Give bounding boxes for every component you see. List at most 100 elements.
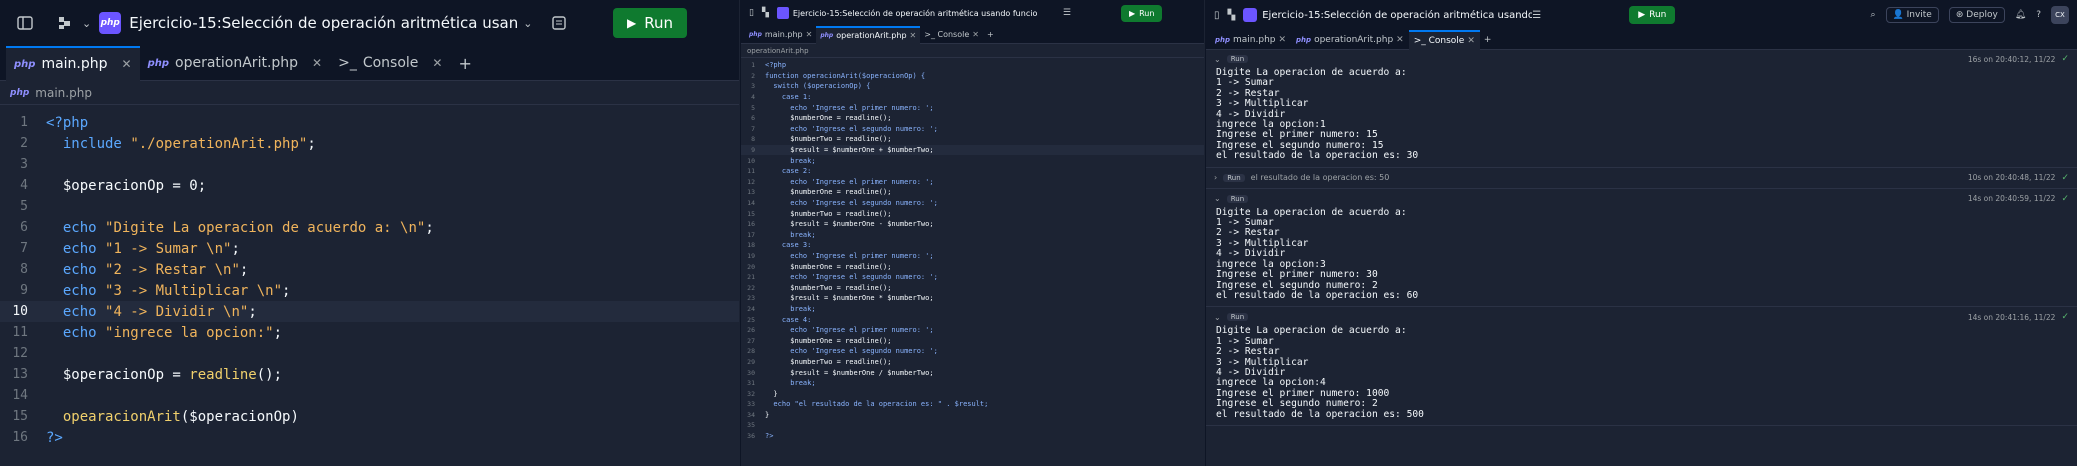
code-line: 4 $operacionOp = 0;	[0, 175, 739, 196]
tab-main-php[interactable]: php main.php ✕	[745, 26, 816, 44]
tab-operationarit-php[interactable]: php operationArit.php ✕	[816, 25, 921, 44]
search-icon[interactable]: ⌕	[1870, 10, 1875, 20]
code-text: switch ($operacionOp) {	[765, 82, 871, 91]
tab-label: main.php	[764, 30, 803, 39]
tab-operationarit-php[interactable]: php operationArit.php ✕	[1291, 30, 1409, 50]
chevron-down-icon[interactable]: ⌄	[1214, 313, 1221, 322]
line-number: 9	[20, 283, 28, 298]
project-title[interactable]: Ejercicio-15:Selección de operación arit…	[793, 9, 1063, 18]
close-icon[interactable]: ✕	[972, 30, 979, 39]
bell-icon[interactable]: 🔔︎	[2015, 10, 2026, 20]
run-header[interactable]: ⌄ Run 16s on 20:40:12, 11/22 ✓	[1206, 52, 2077, 66]
tab-label: Console	[362, 55, 419, 71]
line-number: 4	[20, 178, 28, 193]
punct: ;	[248, 303, 257, 320]
add-tab-icon[interactable]: +	[1484, 35, 1492, 45]
main-editor-panel: ⌄ php Ejercicio-15:Selección de operació…	[0, 0, 739, 466]
code-editor[interactable]: 1 <?php 2 function operacionArit($operacion…	[741, 60, 1204, 441]
run-header[interactable]: ⌄ Run 14s on 20:40:59, 11/22 ✓	[1206, 192, 2077, 206]
play-icon: ▶	[1638, 10, 1646, 20]
statement: $operacionOp =	[62, 366, 190, 383]
chevron-right-icon[interactable]: ›	[1214, 173, 1217, 182]
php-file-icon: php	[10, 87, 30, 98]
code-line: 32 }	[741, 388, 1204, 399]
tab-main-php[interactable]: php main.php ✕	[6, 45, 140, 81]
code-line: 6 $numberOne = readline();	[741, 113, 1204, 124]
check-icon: ✓	[2061, 193, 2069, 204]
close-icon[interactable]: ✕	[1396, 35, 1404, 45]
breadcrumb-file[interactable]: main.php	[35, 86, 92, 100]
tab-main-php[interactable]: php main.php ✕	[1210, 30, 1291, 50]
line-number: 34	[747, 410, 755, 419]
php-close-tag: ?>	[46, 429, 63, 446]
replit-logo-icon[interactable]	[52, 10, 78, 36]
code-line: 22 $numberTwo = readline();	[741, 282, 1204, 293]
keyword: echo	[62, 240, 97, 257]
code-text: $result = $numberOne + $numberTwo;	[765, 146, 934, 155]
title-chevron-icon[interactable]: ⌄	[523, 17, 532, 30]
run-button[interactable]: ▶ Run	[613, 8, 687, 38]
add-tab-icon[interactable]: +	[458, 54, 471, 73]
punct: ();	[256, 366, 283, 383]
php-open-tag: <?php	[46, 114, 89, 131]
line-number: 2	[20, 136, 28, 151]
code-text: }	[765, 389, 778, 398]
sidebar-toggle-icon[interactable]: ▯	[1214, 10, 1220, 21]
close-icon[interactable]: ✕	[432, 56, 442, 70]
code-text: ?>	[765, 432, 774, 441]
line-number: 5	[751, 103, 755, 112]
replit-logo-icon[interactable]: ▚	[762, 8, 769, 18]
code-line: 11 case 2:	[741, 166, 1204, 177]
invite-button[interactable]: 👤 Invite	[1885, 7, 1939, 23]
project-title[interactable]: Ejercicio-15:Selección de operación arit…	[1262, 10, 1532, 21]
sidebar-toggle-icon[interactable]: ▯	[749, 8, 754, 18]
run-header[interactable]: ⌄ Run 14s on 20:41:16, 11/22 ✓	[1206, 310, 2077, 324]
file-tabs: php main.php ✕ php operationArit.php ✕ >_ Co…	[1206, 29, 2077, 50]
code-line: 5	[0, 196, 739, 217]
tab-console[interactable]: >_ Console ✕	[330, 46, 450, 81]
code-text: <?php	[765, 61, 787, 70]
close-icon[interactable]: ✕	[806, 30, 813, 39]
packager-icon[interactable]	[546, 10, 572, 36]
tab-operationarit-php[interactable]: php operationArit.php ✕	[140, 46, 331, 81]
code-line: 12 echo 'Ingrese el primer numero: ';	[741, 177, 1204, 188]
code-line: 3	[0, 154, 739, 175]
project-title[interactable]: Ejercicio-15:Selección de operación arit…	[129, 14, 519, 32]
code-text: $result = $numberOne - $numberTwo;	[765, 220, 934, 229]
run-button[interactable]: ▶ Run	[1120, 4, 1163, 22]
run-timestamp: 10s on 20:40:48, 11/22	[1967, 173, 2056, 183]
sidebar-toggle-icon[interactable]	[12, 10, 38, 36]
close-icon[interactable]: ✕	[1467, 36, 1475, 46]
output-line: 1 -> Sumar	[1216, 217, 1274, 229]
chevron-down-icon[interactable]: ⌄	[1214, 55, 1221, 64]
chevron-down-icon[interactable]: ⌄	[82, 17, 91, 30]
line-number: 26	[747, 326, 755, 335]
code-editor[interactable]: 1 <?php 2 include "./operationArit.php"; …	[0, 112, 739, 448]
punct: ;	[307, 135, 316, 152]
run-header[interactable]: › Run el resultado de la operacion es: 50 1…	[1206, 171, 2077, 185]
close-icon[interactable]: ✕	[1279, 35, 1287, 45]
punct: ;	[282, 282, 291, 299]
code-text: $numberTwo = readline();	[765, 209, 892, 218]
tab-console[interactable]: >_ Console ✕	[1408, 29, 1480, 50]
string: "3 -> Multiplicar \n"	[105, 282, 283, 299]
code-line: 15 $numberTwo = readline();	[741, 208, 1204, 219]
replit-logo-icon[interactable]: ▚	[1228, 10, 1236, 21]
close-icon[interactable]: ✕	[312, 56, 322, 70]
line-number: 7	[751, 124, 755, 133]
tab-console[interactable]: >_ Console ✕	[920, 26, 983, 44]
packager-icon[interactable]: ☰	[1063, 8, 1071, 18]
breadcrumb-file[interactable]: operationArit.php	[747, 47, 809, 55]
run-button[interactable]: ▶ Run	[1629, 6, 1676, 24]
code-line: 8 $numberTwo = readline();	[741, 134, 1204, 145]
close-icon[interactable]: ✕	[910, 31, 917, 40]
console-output[interactable]: ⌄ Run 16s on 20:40:12, 11/22 ✓ Digite La ope…	[1206, 52, 2077, 466]
deploy-button[interactable]: ⊛ Deploy	[1948, 7, 2005, 23]
add-tab-icon[interactable]: +	[987, 30, 994, 39]
code-line: 2 function operacionArit($operacionOp) {	[741, 71, 1204, 82]
avatar[interactable]: CX	[2051, 6, 2069, 24]
packager-icon[interactable]: ☰	[1532, 10, 1541, 21]
close-icon[interactable]: ✕	[122, 57, 132, 71]
help-icon[interactable]: ?	[2036, 10, 2041, 20]
chevron-down-icon[interactable]: ⌄	[1214, 194, 1221, 203]
